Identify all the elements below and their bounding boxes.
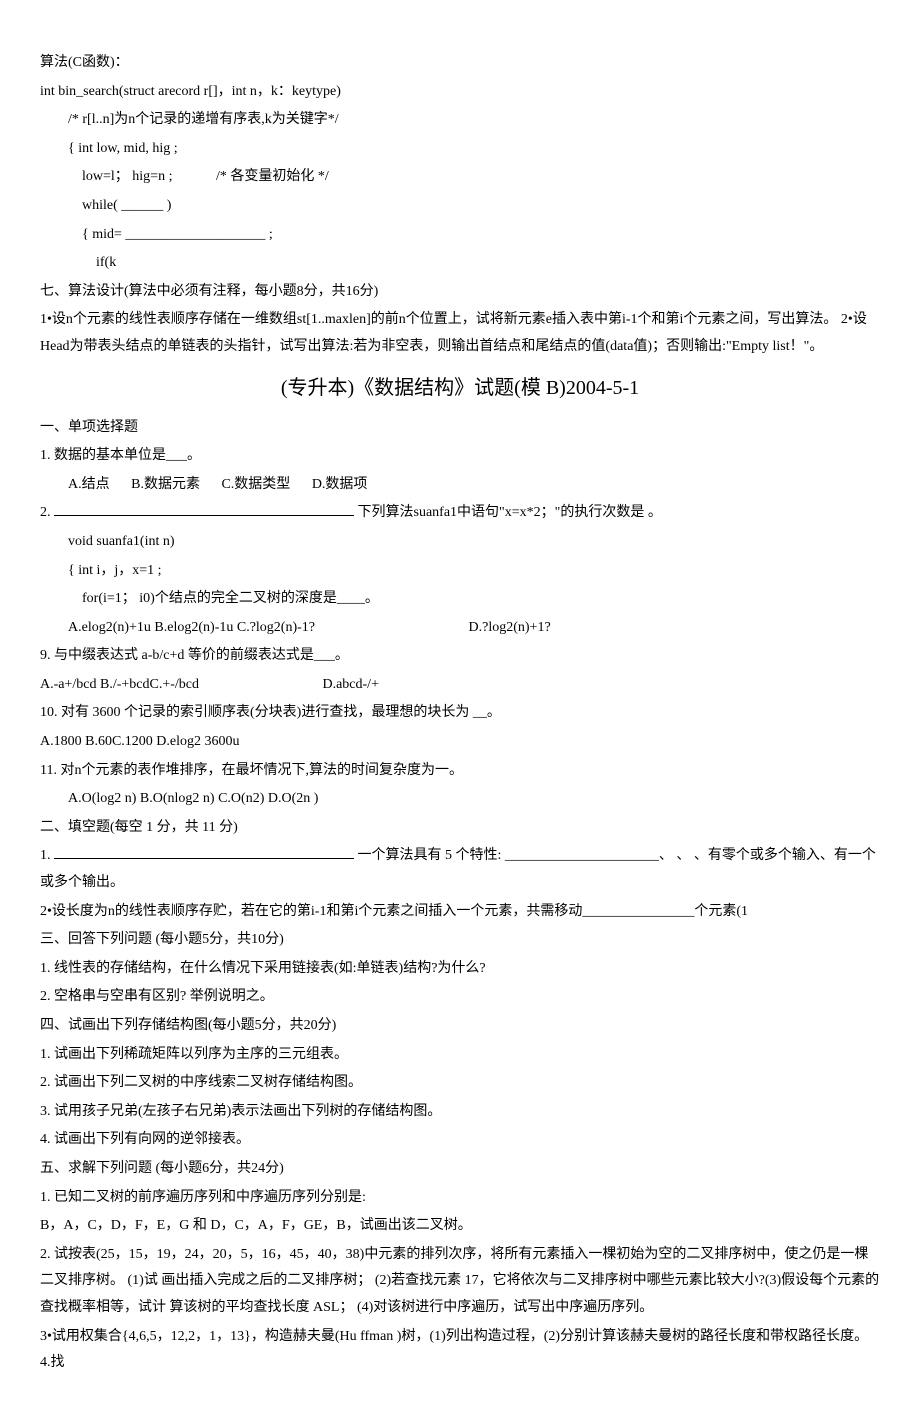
s5-q1a: 1. 已知二叉树的前序遍历序列和中序遍历序列分别是: [40, 1185, 880, 1212]
q2-options: A.elog2(n)+1u B.elog2(n)-1u C.?log2(n)-1… [40, 615, 880, 642]
section-7-title: 七、算法设计(算法中必须有注释，每小题8分，共16分) [40, 279, 880, 306]
algo-while: while( ______ ) [40, 193, 880, 220]
blank-line [54, 502, 354, 516]
q11: 11. 对n个元素的表作堆排序，在最坏情况下,算法的时间复杂度为一。 [40, 758, 880, 785]
s4-q3: 3. 试用孩子兄弟(左孩子右兄弟)表示法画出下列树的存储结构图。 [40, 1099, 880, 1126]
section-4-title: 四、试画出下列存储结构图(每小题5分，共20分) [40, 1013, 880, 1040]
algo-decl: { int low, mid, hig ; [40, 136, 880, 163]
algo-ifk: if(k [40, 250, 880, 277]
algo-comment: /* r[l..n]为n个记录的递增有序表,k为关键字*/ [40, 107, 880, 134]
s4-q4: 4. 试画出下列有向网的逆邻接表。 [40, 1127, 880, 1154]
q2-opt-ac: A.elog2(n)+1u B.elog2(n)-1u C.?log2(n)-1… [68, 620, 315, 635]
q1-opt-c: C.数据类型 [221, 477, 290, 492]
q9-opt-d: D.abcd-/+ [322, 672, 379, 699]
s5-q2: 2. 试按表(25，15，19，24，20，5，16，45，40，38)中元素的… [40, 1242, 880, 1322]
algo-mid: { mid= ____________________ ; [40, 222, 880, 249]
algo-line-1: 算法(C函数)： [40, 50, 880, 77]
q10-options: A.1800 B.60C.1200 D.elog2 3600u [40, 729, 880, 756]
section-7-q1: 1•设n个元素的线性表顺序存储在一维数组st[1..maxlen]的前n个位置上… [40, 307, 880, 360]
q2: 2. 下列算法suanfa1中语句"x=x*2；"的执行次数是 。 [40, 500, 880, 527]
s5-q1b: B，A，C，D，F，E，G 和 D，C，A，F，GE，B，试画出该二叉树。 [40, 1213, 880, 1240]
s4-q1: 1. 试画出下列稀疏矩阵以列序为主序的三元组表。 [40, 1042, 880, 1069]
algo-init: low=l； hig=n ; /* 各变量初始化 */ [40, 164, 880, 191]
algo-init-comment: /* 各变量初始化 */ [216, 169, 329, 184]
s4-q2: 2. 试画出下列二叉树的中序线索二叉树存储结构图。 [40, 1070, 880, 1097]
q2-code-2: { int i，j，x=1 ; [40, 558, 880, 585]
section-5-title: 五、求解下列问题 (每小题6分，共24分) [40, 1156, 880, 1183]
q1-opt-a: A.结点 [68, 477, 110, 492]
q9-opt-ac: A.-a+/bcd B./-+bcdC.+-/bcd [40, 677, 199, 692]
q9-options: A.-a+/bcd B./-+bcdC.+-/bcd D.abcd-/+ [40, 672, 880, 699]
q1-options: A.结点 B.数据元素 C.数据类型 D.数据项 [40, 472, 880, 499]
q9: 9. 与中缀表达式 a-b/c+d 等价的前缀表达式是___。 [40, 643, 880, 670]
s3-q2: 2. 空格串与空串有区别? 举例说明之。 [40, 984, 880, 1011]
paper-title: (专升本)《数据结构》试题(模 B)2004-5-1 [40, 369, 880, 407]
blank-line [54, 845, 354, 859]
algo-init-code: low=l； hig=n ; [82, 169, 172, 184]
s2-q1-num: 1. [40, 848, 51, 863]
q1-opt-b: B.数据元素 [131, 477, 200, 492]
algo-line-2: int bin_search(struct arecord r[]，int n，… [40, 79, 880, 106]
q10: 10. 对有 3600 个记录的索引顺序表(分块表)进行查找，最理想的块长为 _… [40, 700, 880, 727]
s5-q3: 3•试用权集合{4,6,5，12,2，1，13}，构造赫夫曼(Hu ffman … [40, 1324, 880, 1377]
s2-q2: 2•设长度为n的线性表顺序存贮，若在它的第i-1和第i个元素之间插入一个元素，共… [40, 899, 880, 926]
section-1-title: 一、单项选择题 [40, 415, 880, 442]
section-2-title: 二、填空题(每空 1 分，共 11 分) [40, 815, 880, 842]
q1: 1. 数据的基本单位是___。 [40, 443, 880, 470]
q11-options: A.O(log2 n) B.O(nlog2 n) C.O(n2) D.O(2n … [40, 786, 880, 813]
section-3-title: 三、回答下列问题 (每小题5分，共10分) [40, 927, 880, 954]
q2-opt-d: D.?log2(n)+1? [469, 615, 551, 642]
q2-num: 2. [40, 505, 51, 520]
q2-code-3: for(i=1； i0)个结点的完全二叉树的深度是____。 [40, 586, 880, 613]
q1-opt-d: D.数据项 [312, 477, 368, 492]
s3-q1: 1. 线性表的存储结构，在什么情况下采用链接表(如:单链表)结构?为什么? [40, 956, 880, 983]
q2-text: 下列算法suanfa1中语句"x=x*2；"的执行次数是 。 [358, 505, 662, 520]
s2-q1: 1. 一个算法具有 5 个特性: ______________________、… [40, 843, 880, 896]
q2-code-1: void suanfa1(int n) [40, 529, 880, 556]
